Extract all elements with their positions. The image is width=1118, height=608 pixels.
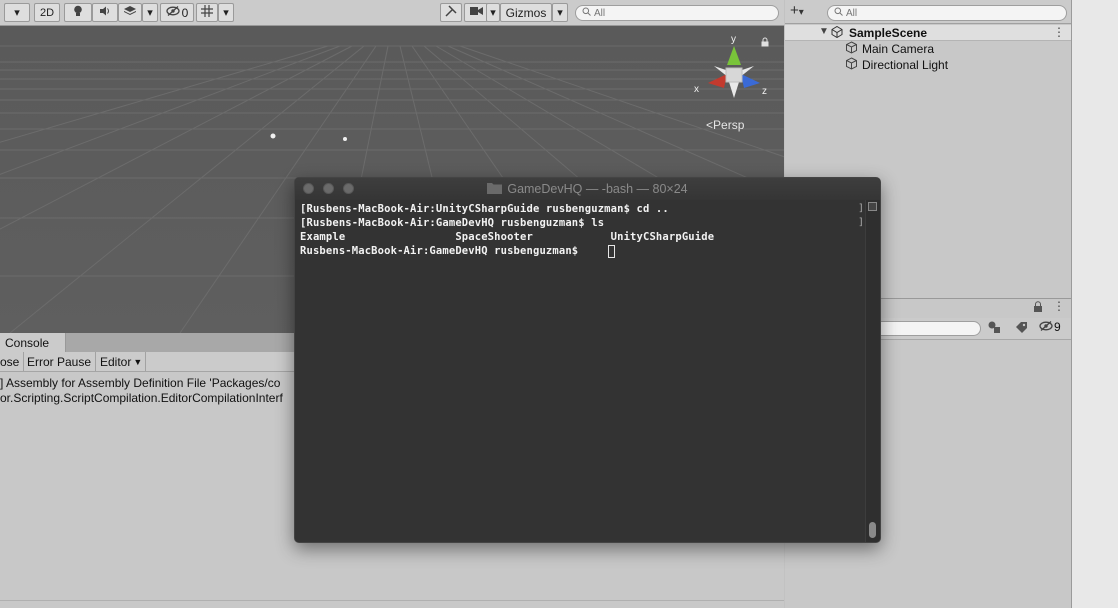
cube-icon xyxy=(845,41,858,57)
hierarchy-item-main-camera[interactable]: Main Camera xyxy=(845,41,934,57)
tools-toggle[interactable] xyxy=(440,3,462,22)
minimize-window-button[interactable] xyxy=(323,183,334,194)
search-icon xyxy=(834,7,843,19)
folder-icon xyxy=(487,182,503,197)
mode-2d-toggle[interactable]: 2D xyxy=(34,3,60,22)
effects-dropdown[interactable]: ▾ xyxy=(142,3,158,22)
grid-toggle[interactable] xyxy=(196,3,218,22)
layer-count: 9 xyxy=(1054,320,1061,334)
lock-icon[interactable] xyxy=(1033,301,1043,315)
scene-toolbar: ▾ 2D ▾ 0 ▾ ▾ Gizmos ▾ All xyxy=(0,0,784,26)
grid-icon xyxy=(201,5,213,20)
eye-slash-icon xyxy=(166,6,180,19)
gizmo-y-cone xyxy=(727,46,741,65)
close-window-button[interactable] xyxy=(303,183,314,194)
scene-search-input[interactable] xyxy=(591,7,778,19)
hierarchy-search-input[interactable] xyxy=(843,7,1066,19)
terminal-content[interactable]: [Rusbens-MacBook-Air:UnityCSharpGuide ru… xyxy=(295,200,865,542)
editor-dropdown[interactable]: Editor ▼ xyxy=(96,352,146,371)
unity-scene-icon xyxy=(831,25,843,41)
projection-label: Persp xyxy=(713,118,745,132)
scene-visibility-toggle[interactable]: 0 xyxy=(160,3,194,22)
gizmo-z-cone xyxy=(741,74,760,88)
log-line[interactable]: ] Assembly for Assembly Definition File … xyxy=(0,376,280,390)
terminal-cursor xyxy=(608,245,615,258)
gizmos-button[interactable]: Gizmos xyxy=(500,3,552,22)
hierarchy-search xyxy=(827,5,1067,21)
video-camera-icon xyxy=(469,6,483,19)
line-marker: ] xyxy=(858,217,865,228)
draw-mode-dropdown[interactable]: ▾ xyxy=(4,3,30,22)
cube-icon xyxy=(845,57,858,73)
speaker-icon xyxy=(99,6,111,19)
gizmo-x-label: x xyxy=(694,84,699,95)
layer-visibility-toggle[interactable]: 9 xyxy=(1039,320,1061,334)
label-filter-icon[interactable] xyxy=(1015,321,1031,336)
plus-icon: + xyxy=(790,2,799,19)
chevron-down-icon: ▾ xyxy=(798,7,804,18)
terminal-title: GameDevHQ — -bash — 80×24 xyxy=(295,178,880,200)
more-options-icon[interactable]: ⋮ xyxy=(1053,25,1065,39)
camera-settings-button[interactable] xyxy=(464,3,488,22)
gizmos-dropdown[interactable]: ▾ xyxy=(552,3,568,22)
terminal-window[interactable]: GameDevHQ — -bash — 80×24 [Rusbens-MacBo… xyxy=(294,177,881,543)
split-pane-icon[interactable] xyxy=(868,202,877,211)
console-divider xyxy=(0,600,784,601)
terminal-scrollbar[interactable] xyxy=(865,200,880,542)
grid-dropdown[interactable]: ▾ xyxy=(218,3,234,22)
camera-settings-dropdown[interactable]: ▾ xyxy=(486,3,500,22)
hierarchy-item-directional-light[interactable]: Directional Light xyxy=(845,57,948,73)
chevron-down-icon: ▾ xyxy=(147,7,153,19)
main-camera-gizmo xyxy=(270,133,276,139)
error-pause-button[interactable]: Error Pause xyxy=(21,352,96,371)
terminal-line: Example SpaceShooter UnityCSharpGuide xyxy=(300,231,715,243)
gizmo-y-label: y xyxy=(731,34,736,45)
directional-light-gizmo xyxy=(343,137,347,141)
terminal-line: [Rusbens-MacBook-Air:UnityCSharpGuide ru… xyxy=(300,203,669,215)
chevron-left-icon: < xyxy=(706,118,714,132)
zoom-window-button[interactable] xyxy=(343,183,354,194)
hierarchy-toolbar: +▾ xyxy=(785,0,1071,24)
gizmo-z-label: z xyxy=(762,86,767,97)
scene-row[interactable]: ▼ SampleScene ⋮ xyxy=(785,25,1071,41)
right-panel-strip xyxy=(1071,0,1118,608)
scene-search xyxy=(575,5,779,21)
lighting-toggle[interactable] xyxy=(64,3,92,22)
wrench-icon xyxy=(445,5,457,20)
scene-name: SampleScene xyxy=(849,26,928,40)
chevron-down-icon: ▾ xyxy=(490,7,496,19)
chevron-down-icon: ▾ xyxy=(14,7,20,19)
terminal-line: [Rusbens-MacBook-Air:GameDevHQ rusbenguz… xyxy=(300,217,605,229)
search-icon xyxy=(582,7,591,19)
chevron-down-icon: ▼ xyxy=(133,356,143,367)
chevron-down-icon[interactable]: ▼ xyxy=(819,26,829,37)
effects-toggle[interactable] xyxy=(118,3,142,22)
log-line[interactable]: or.Scripting.ScriptCompilation.EditorCom… xyxy=(0,391,283,405)
terminal-titlebar[interactable]: GameDevHQ — -bash — 80×24 xyxy=(295,178,880,201)
layers-icon xyxy=(123,6,137,19)
type-filter-icon[interactable] xyxy=(987,321,1005,336)
chevron-down-icon: ▾ xyxy=(557,7,563,19)
lock-icon[interactable] xyxy=(760,36,770,47)
hidden-count: 0 xyxy=(181,5,189,20)
audio-toggle[interactable] xyxy=(92,3,118,22)
lightbulb-icon xyxy=(73,5,83,20)
create-button[interactable]: +▾ xyxy=(790,2,804,20)
scrollbar-thumb[interactable] xyxy=(869,522,876,538)
terminal-line: Rusbens-MacBook-Air:GameDevHQ rusbenguzm… xyxy=(300,245,585,257)
eye-slash-icon xyxy=(1039,320,1053,334)
tab-console[interactable]: Console xyxy=(0,333,66,352)
line-marker: ] xyxy=(858,203,865,214)
more-options-icon[interactable]: ⋮ xyxy=(1053,299,1065,313)
chevron-down-icon: ▾ xyxy=(223,7,229,19)
gizmo-x-cone xyxy=(708,74,727,88)
projection-toggle[interactable]: <Persp xyxy=(706,118,744,132)
